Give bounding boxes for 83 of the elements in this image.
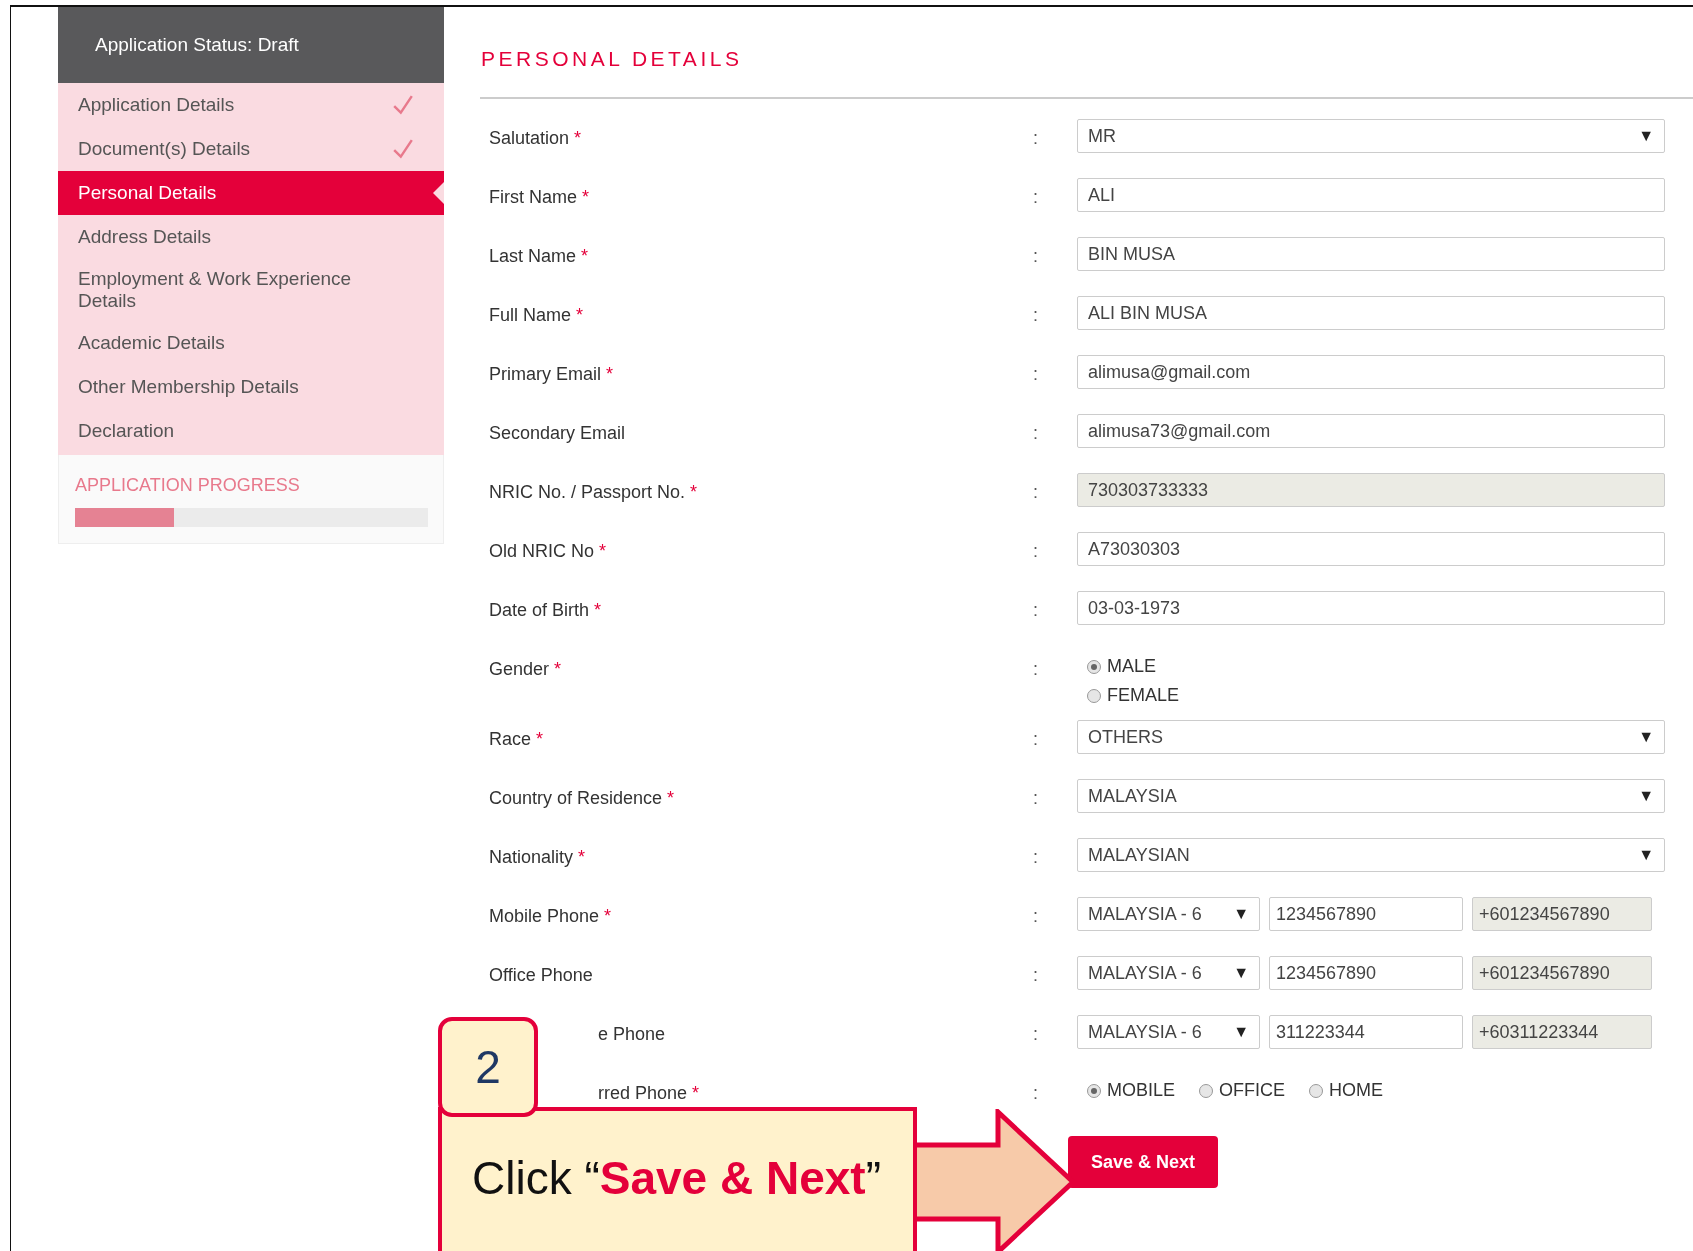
radio-option[interactable]: HOME [1309, 1080, 1384, 1101]
caret-icon: ▼ [1233, 905, 1249, 923]
sidebar-item[interactable]: Personal Details [58, 171, 444, 215]
input-field[interactable]: alimusa@gmail.com [1077, 355, 1665, 389]
input-field[interactable]: BIN MUSA [1077, 237, 1665, 271]
caret-icon: ▼ [1638, 787, 1654, 805]
input-field[interactable]: +60311223344 [1472, 1015, 1652, 1049]
dropdown[interactable]: MALAYSIA - 6 ▼ [1077, 1015, 1260, 1049]
input-field[interactable]: 730303733333 [1077, 473, 1665, 507]
colon-separator: : [1033, 541, 1038, 561]
colon-separator: : [1033, 305, 1038, 325]
sidebar-item[interactable]: Application Details [58, 83, 444, 127]
colon-separator: : [1033, 729, 1038, 749]
sidebar-item[interactable]: Declaration [58, 409, 444, 453]
caret-icon: ▼ [1638, 728, 1654, 746]
radio-option[interactable]: MOBILE [1087, 1080, 1176, 1101]
status-title: Application Status: Draft [95, 34, 299, 56]
colon-separator: : [1033, 659, 1038, 679]
field-label: Last Name * [488, 245, 590, 267]
caret-icon: ▼ [1638, 127, 1654, 145]
field-label: NRIC No. / Passport No. * [488, 481, 699, 503]
dropdown[interactable]: MALAYSIA - 6 ▼ [1077, 897, 1260, 931]
input-field[interactable]: 1234567890 [1269, 956, 1463, 990]
colon-separator: : [1033, 128, 1038, 148]
section-title: PERSONAL DETAILS [480, 47, 744, 71]
checkmark-icon [392, 94, 414, 116]
colon-separator: : [1033, 364, 1038, 384]
colon-separator: : [1033, 906, 1038, 926]
input-field[interactable]: alimusa73@gmail.com [1077, 414, 1665, 448]
colon-separator: : [1033, 246, 1038, 266]
radio-option[interactable]: OFFICE [1199, 1080, 1286, 1101]
callout-text: Click “Save & Next” [471, 1151, 882, 1205]
field-label: Secondary Email [488, 422, 627, 444]
input-field[interactable]: 1234567890 [1269, 897, 1463, 931]
field-label: rred Phone * [597, 1082, 701, 1104]
colon-separator: : [1033, 788, 1038, 808]
dropdown[interactable]: MR ▼ [1077, 119, 1665, 153]
caret-icon: ▼ [1233, 964, 1249, 982]
colon-separator: : [1033, 1083, 1038, 1103]
sidebar-item[interactable]: Other Membership Details [58, 365, 444, 409]
dropdown[interactable]: MALAYSIA ▼ [1077, 779, 1665, 813]
field-label: Date of Birth * [488, 599, 603, 621]
field-label: Full Name * [488, 304, 585, 326]
step-number: 2 [475, 1040, 501, 1094]
radio-option[interactable]: MALE [1087, 656, 1665, 677]
field-label: Old NRIC No * [488, 540, 608, 562]
colon-separator: : [1033, 965, 1038, 985]
caret-icon: ▼ [1233, 1023, 1249, 1041]
field-label: Nationality * [488, 846, 587, 868]
input-field[interactable]: +601234567890 [1472, 897, 1652, 931]
field-label: Country of Residence * [488, 787, 676, 809]
dropdown[interactable]: MALAYSIAN ▼ [1077, 838, 1665, 872]
sidebar-item[interactable]: Document(s) Details [58, 127, 444, 171]
field-label: Salutation * [488, 127, 583, 149]
field-label: Gender * [488, 658, 563, 680]
colon-separator: : [1033, 187, 1038, 207]
input-field[interactable]: A73030303 [1077, 532, 1665, 566]
colon-separator: : [1033, 482, 1038, 502]
radio-option[interactable]: FEMALE [1087, 685, 1665, 706]
caret-icon: ▼ [1638, 846, 1654, 864]
save-next-button[interactable]: Save & Next [1068, 1136, 1218, 1188]
progress-title: APPLICATION PROGRESS [75, 475, 301, 496]
field-label: First Name * [488, 186, 591, 208]
input-field[interactable]: +601234567890 [1472, 956, 1652, 990]
input-field[interactable]: 03-03-1973 [1077, 591, 1665, 625]
input-field[interactable]: ALI BIN MUSA [1077, 296, 1665, 330]
field-label: Primary Email * [488, 363, 615, 385]
sidebar-item[interactable]: Employment & Work Experience Details [58, 259, 444, 321]
input-field[interactable]: ALI [1077, 178, 1665, 212]
sidebar-item[interactable]: Address Details [58, 215, 444, 259]
checkmark-icon [392, 138, 414, 160]
dropdown[interactable]: MALAYSIA - 6 ▼ [1077, 956, 1260, 990]
dropdown[interactable]: OTHERS ▼ [1077, 720, 1665, 754]
field-label: Race * [488, 728, 545, 750]
colon-separator: : [1033, 600, 1038, 620]
field-label: Office Phone [488, 964, 594, 986]
colon-separator: : [1033, 423, 1038, 443]
colon-separator: : [1033, 847, 1038, 867]
field-label: Mobile Phone * [488, 905, 613, 927]
field-label: e Phone [597, 1023, 667, 1045]
sidebar-item[interactable]: Academic Details [58, 321, 444, 365]
colon-separator: : [1033, 1024, 1038, 1044]
input-field[interactable]: 311223344 [1269, 1015, 1463, 1049]
